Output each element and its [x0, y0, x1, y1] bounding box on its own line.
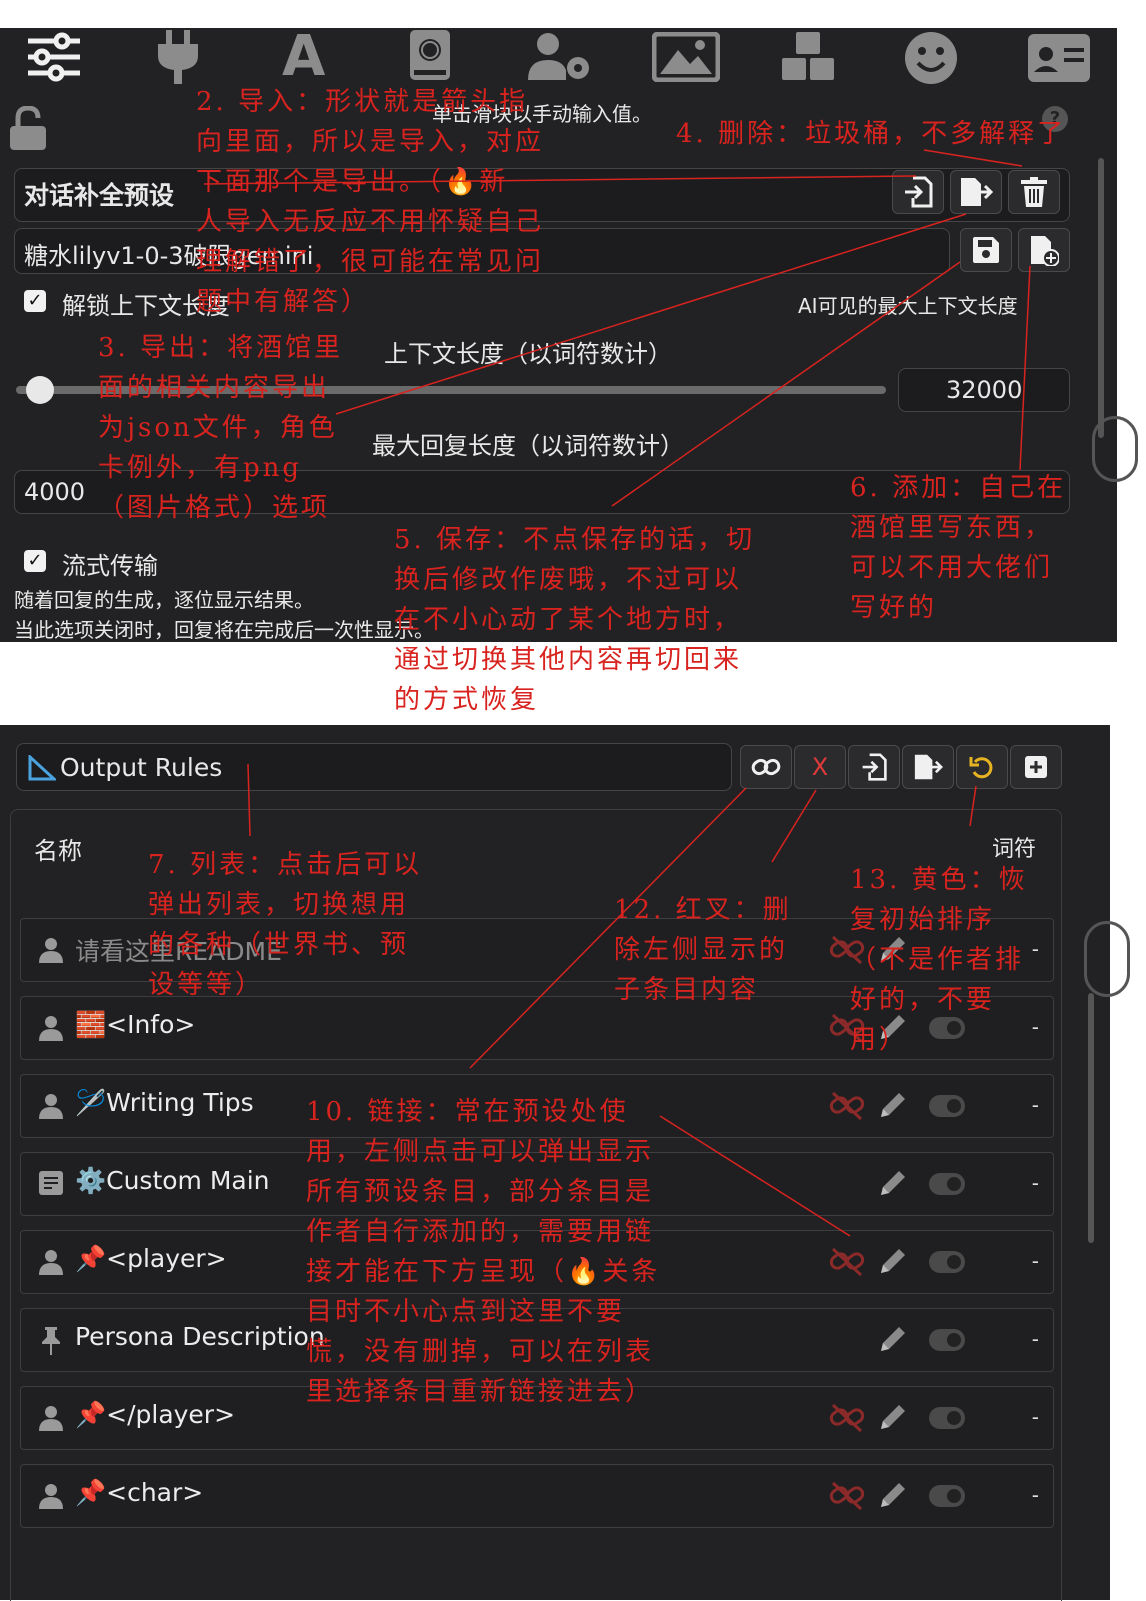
- annotation-arrows: [203, 149, 1031, 1237]
